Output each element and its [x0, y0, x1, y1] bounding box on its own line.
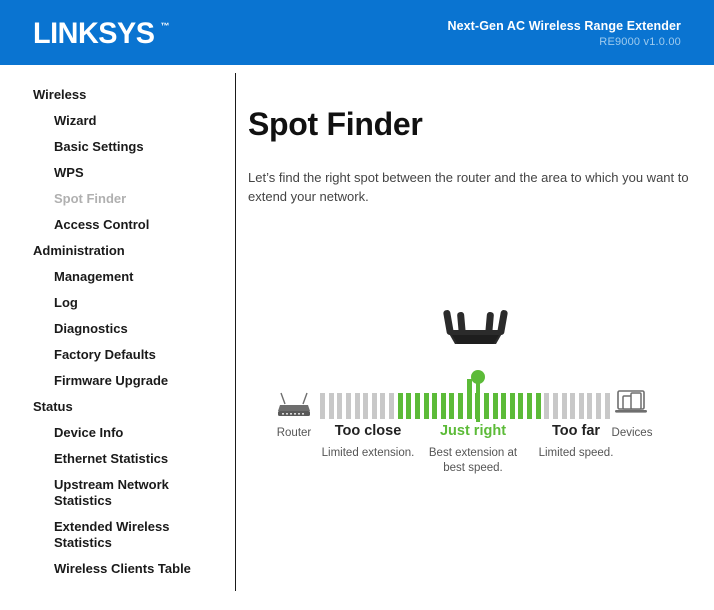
signal-bar: [320, 393, 325, 419]
page-body: Wireless Wizard Basic Settings WPS Spot …: [0, 65, 714, 610]
sidebar-group-status[interactable]: Status: [0, 399, 235, 414]
sidebar-group-administration[interactable]: Administration: [0, 243, 235, 258]
sidebar-item-management[interactable]: Management: [0, 269, 235, 285]
signal-bar: [475, 393, 481, 419]
spot-finder-graphic: Router Devices Too close Limited extensi…: [236, 230, 714, 500]
signal-bar: [552, 393, 558, 419]
sidebar-item-spot-finder[interactable]: Spot Finder: [0, 191, 235, 207]
zone-too-far-title: Too far: [551, 423, 601, 439]
signal-bar: [604, 393, 610, 419]
signal-bar: [389, 393, 394, 419]
signal-bar: [509, 393, 515, 419]
page-title: Spot Finder: [248, 106, 423, 143]
sidebar-item-wps[interactable]: WPS: [0, 165, 235, 181]
sidebar-item-basic-settings[interactable]: Basic Settings: [0, 139, 235, 155]
sidebar-item-diagnostics[interactable]: Diagnostics: [0, 321, 235, 337]
signal-bar: [397, 393, 403, 419]
sidebar-item-log[interactable]: Log: [0, 295, 235, 311]
signal-bar: [483, 393, 489, 419]
signal-bar: [432, 393, 438, 419]
sidebar-item-device-info[interactable]: Device Info: [0, 425, 235, 441]
zone-too-close-subtitle: Limited extension.: [321, 447, 415, 459]
signal-bar: [596, 393, 601, 419]
sidebar-item-access-control[interactable]: Access Control: [0, 217, 235, 233]
signal-bar: [423, 393, 429, 419]
sidebar-item-factory-defaults[interactable]: Factory Defaults: [0, 347, 235, 363]
zone-just-right: Just right Best extension at best speed.: [423, 422, 523, 476]
signal-bar: [449, 393, 455, 419]
signal-bar: [561, 393, 567, 419]
logo-wordmark: LINKSYS: [33, 17, 155, 50]
signal-bar: [492, 393, 498, 419]
app-header: LINKSYS ™ Next-Gen AC Wireless Range Ext…: [0, 0, 714, 65]
signal-bar: [440, 393, 446, 419]
trademark-symbol: ™: [160, 21, 170, 31]
signal-bar: [544, 393, 550, 419]
signal-bar: [345, 393, 351, 419]
signal-bar: [354, 393, 360, 419]
sidebar-item-ethernet-statistics[interactable]: Ethernet Statistics: [0, 451, 235, 467]
signal-bar: [371, 393, 377, 419]
signal-bar: [518, 393, 524, 419]
sidebar-item-extended-wireless-statistics[interactable]: Extended Wireless Statistics: [0, 519, 235, 551]
zone-too-close-title: Too close: [334, 423, 402, 439]
signal-bar: [570, 393, 576, 419]
signal-bar: [414, 393, 420, 419]
signal-bar: [501, 393, 507, 419]
main-content: Spot Finder Let’s find the right spot be…: [236, 65, 714, 610]
signal-bar: [587, 393, 593, 419]
signal-bar: [337, 393, 343, 419]
zone-just-right-subtitle: Best extension at best speed.: [428, 447, 518, 474]
zone-just-right-title: Just right: [439, 423, 507, 439]
signal-bar: [535, 393, 541, 419]
zone-too-close: Too close Limited extension.: [318, 422, 418, 461]
header-product-info: Next-Gen AC Wireless Range Extender RE90…: [447, 19, 681, 50]
sidebar-item-upstream-network-statistics[interactable]: Upstream Network Statistics: [0, 477, 235, 509]
signal-bar: [527, 393, 532, 419]
sidebar-item-firmware-upgrade[interactable]: Firmware Upgrade: [0, 373, 235, 389]
model-version: RE9000 v1.0.00: [599, 36, 681, 48]
zone-too-far: Too far Limited speed.: [526, 422, 626, 461]
sidebar-item-wireless-clients-table[interactable]: Wireless Clients Table: [0, 561, 235, 577]
router-endpoint-label: Router: [276, 427, 312, 439]
signal-bar: [458, 393, 463, 419]
signal-bar: [578, 393, 584, 419]
signal-bar: [380, 393, 386, 419]
signal-bar: [328, 393, 334, 419]
zone-too-far-subtitle: Limited speed.: [538, 447, 614, 459]
sidebar-group-wireless[interactable]: Wireless: [0, 87, 235, 102]
sidebar-nav: Wireless Wizard Basic Settings WPS Spot …: [0, 65, 235, 587]
range-extender-icon: [442, 309, 509, 350]
page-description: Let’s find the right spot between the ro…: [248, 170, 689, 204]
router-icon: [272, 392, 316, 420]
signal-bar-track[interactable]: [320, 379, 610, 419]
signal-bar: [363, 393, 369, 419]
signal-bar: [406, 393, 412, 419]
linksys-logo[interactable]: LINKSYS ™: [33, 19, 170, 49]
devices-icon: [614, 387, 648, 419]
sidebar-item-wizard[interactable]: Wizard: [0, 113, 235, 129]
signal-bar-marker: [466, 379, 472, 419]
product-name: Next-Gen AC Wireless Range Extender: [447, 19, 681, 33]
